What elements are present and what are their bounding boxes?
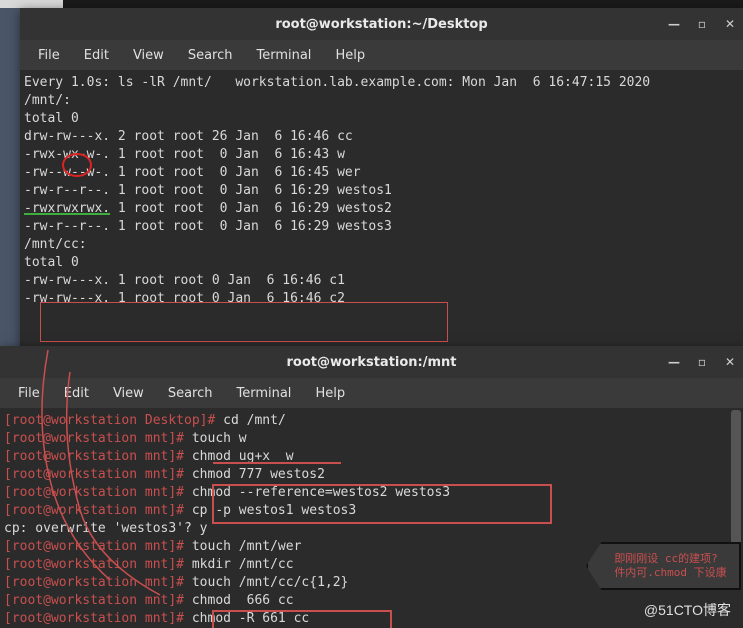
menu-view[interactable]: View: [123, 44, 174, 67]
titlebar-2[interactable]: root@workstation:/mnt — ▫ ✕: [0, 346, 743, 378]
term-line: /mnt/:: [24, 92, 739, 110]
term-line: [root@workstation mnt]# chmod ug+x w: [4, 448, 739, 466]
term-line: total 0: [24, 254, 739, 272]
close-button[interactable]: ✕: [723, 17, 737, 31]
term-line: [root@workstation mnt]# chmod --referenc…: [4, 484, 739, 502]
minimize-button[interactable]: —: [667, 355, 681, 369]
term-line: [root@workstation mnt]# touch /mnt/wer: [4, 538, 739, 556]
titlebar-1[interactable]: root@workstation:~/Desktop — ▫ ✕: [20, 8, 743, 40]
term-line: -rw-r--r--. 1 root root 0 Jan 6 16:29 we…: [24, 182, 739, 200]
menu-search[interactable]: Search: [158, 382, 223, 405]
term-line: [root@workstation mnt]# chmod -R 661 cc: [4, 610, 739, 628]
menu-terminal[interactable]: Terminal: [226, 382, 301, 405]
terminal-window-2: root@workstation:/mnt — ▫ ✕ File Edit Vi…: [0, 346, 743, 628]
terminal-output-1[interactable]: Every 1.0s: ls -lR /mnt/ workstation.lab…: [20, 70, 743, 348]
minimize-button[interactable]: —: [667, 17, 681, 31]
menu-help[interactable]: Help: [305, 382, 355, 405]
term-line: -rwx-wx-w-. 1 root root 0 Jan 6 16:43 w: [24, 146, 739, 164]
watch-header: Every 1.0s: ls -lR /mnt/ workstation.lab…: [24, 74, 739, 92]
menu-edit[interactable]: Edit: [74, 44, 119, 67]
term-line: -rw--w--w-. 1 root root 0 Jan 6 16:45 we…: [24, 164, 739, 182]
term-line: [root@workstation mnt]# chmod 777 westos…: [4, 466, 739, 484]
menu-file[interactable]: File: [28, 44, 70, 67]
desktop-panel-top: [0, 0, 63, 8]
scrollbar-thumb[interactable]: [731, 410, 741, 580]
term-line: -rw-rw---x. 1 root root 0 Jan 6 16:46 c2: [24, 290, 739, 308]
terminal-output-2[interactable]: [root@workstation Desktop]# cd /mnt/[roo…: [0, 408, 743, 628]
window-controls-2: — ▫ ✕: [667, 346, 737, 378]
menu-search[interactable]: Search: [178, 44, 243, 67]
term-line: -rw-rw---x. 1 root root 0 Jan 6 16:46 c1: [24, 272, 739, 290]
term-line: cp: overwrite 'westos3'? y: [4, 520, 739, 538]
menubar-1: File Edit View Search Terminal Help: [20, 40, 743, 70]
term-line: /mnt/cc:: [24, 236, 739, 254]
maximize-button[interactable]: ▫: [695, 17, 709, 31]
close-button[interactable]: ✕: [723, 355, 737, 369]
term-line: [root@workstation mnt]# chmod 666 cc: [4, 592, 739, 610]
menu-help[interactable]: Help: [325, 44, 375, 67]
term-line: drw-rw---x. 2 root root 26 Jan 6 16:46 c…: [24, 128, 739, 146]
term-line: [root@workstation mnt]# mkdir /mnt/cc: [4, 556, 739, 574]
menu-file[interactable]: File: [8, 382, 50, 405]
menu-view[interactable]: View: [103, 382, 154, 405]
term-line: [root@workstation mnt]# touch w: [4, 430, 739, 448]
term-line: [root@workstation mnt]# touch /mnt/cc/c{…: [4, 574, 739, 592]
term-line: [root@workstation Desktop]# cd /mnt/: [4, 412, 739, 430]
maximize-button[interactable]: ▫: [695, 355, 709, 369]
window-controls-1: — ▫ ✕: [667, 8, 737, 40]
terminal-window-1: root@workstation:~/Desktop — ▫ ✕ File Ed…: [20, 8, 743, 348]
annotation-box-cc-files: [40, 302, 448, 342]
menubar-2: File Edit View Search Terminal Help: [0, 378, 743, 408]
window-title-2: root@workstation:/mnt: [286, 355, 456, 370]
term-line: -rw-r--r--. 1 root root 0 Jan 6 16:29 we…: [24, 218, 739, 236]
window-title-1: root@workstation:~/Desktop: [275, 17, 487, 32]
menu-edit[interactable]: Edit: [54, 382, 99, 405]
term-line: -rwxrwxrwx. 1 root root 0 Jan 6 16:29 we…: [24, 200, 739, 218]
term-line: [root@workstation mnt]# cp -p westos1 we…: [4, 502, 739, 520]
menu-terminal[interactable]: Terminal: [246, 44, 321, 67]
term-line: total 0: [24, 110, 739, 128]
